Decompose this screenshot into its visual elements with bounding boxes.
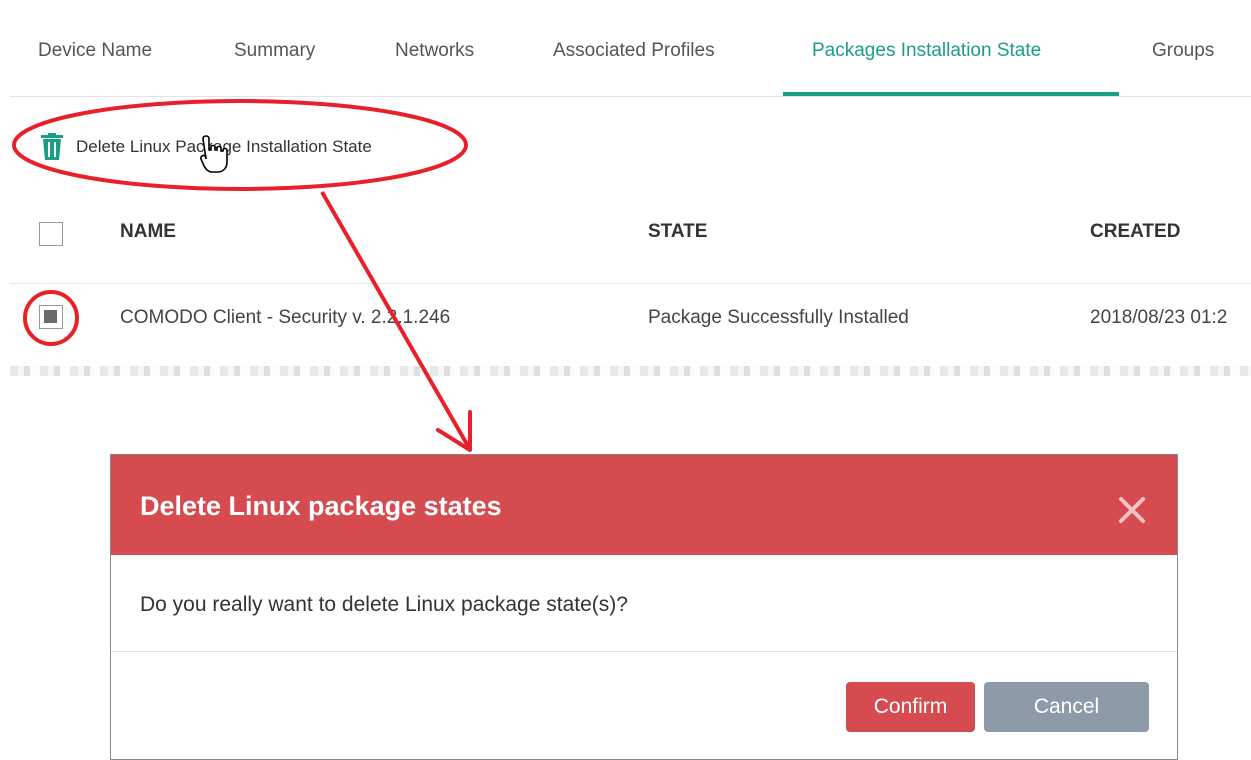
package-name-cell: COMODO Client - Security v. 2.2.1.246 [120, 307, 451, 328]
select-all-checkbox[interactable] [39, 222, 63, 246]
tab-summary[interactable]: Summary [234, 40, 315, 62]
cancel-button[interactable]: Cancel [984, 682, 1149, 732]
package-created-cell: 2018/08/23 01:2 [1090, 307, 1228, 328]
tab-packages-installation-state[interactable]: Packages Installation State [812, 40, 1041, 62]
dialog-header: Delete Linux package states [111, 455, 1177, 555]
dialog-body: Do you really want to delete Linux packa… [111, 555, 1177, 652]
confirm-button[interactable]: Confirm [846, 682, 975, 732]
column-header-state[interactable]: STATE [648, 221, 707, 243]
torn-edge-divider [10, 366, 1251, 376]
table-row[interactable]: COMODO Client - Security v. 2.2.1.246 Pa… [10, 283, 1251, 358]
dialog-message: Do you really want to delete Linux packa… [140, 593, 628, 616]
delete-action-label: Delete Linux Package Installation State [76, 137, 372, 156]
dialog-title: Delete Linux package states [140, 491, 502, 521]
tab-associated-profiles[interactable]: Associated Profiles [553, 40, 715, 62]
trash-icon [41, 133, 63, 160]
tab-device-name[interactable]: Device Name [38, 40, 152, 62]
column-header-created[interactable]: CREATED [1090, 221, 1180, 243]
tab-networks[interactable]: Networks [395, 40, 474, 62]
row-checkbox[interactable] [39, 305, 63, 329]
toolbar: Delete Linux Package Installation State [10, 98, 1251, 188]
table-header: NAME STATE CREATED [10, 188, 1251, 284]
close-icon[interactable] [1115, 493, 1149, 527]
device-details-panel: Device Name Summary Networks Associated … [10, 0, 1251, 376]
column-header-name[interactable]: NAME [120, 221, 176, 243]
delete-confirmation-dialog: Delete Linux package states Do you reall… [110, 454, 1178, 760]
annotation-arrow-head [436, 410, 472, 452]
active-tab-indicator [783, 92, 1119, 96]
tab-bar: Device Name Summary Networks Associated … [10, 0, 1251, 97]
package-state-cell: Package Successfully Installed [648, 307, 909, 328]
delete-linux-package-state-button[interactable]: Delete Linux Package Installation State [40, 132, 372, 162]
dialog-footer: Confirm Cancel [111, 652, 1177, 760]
tab-groups[interactable]: Groups [1152, 40, 1214, 62]
